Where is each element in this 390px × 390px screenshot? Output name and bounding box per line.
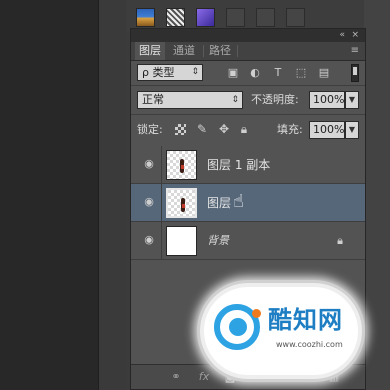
fill-label: 填充: <box>277 123 303 136</box>
collapse-panel-icon[interactable]: « <box>339 29 345 42</box>
fill-dropdown-icon[interactable]: ▼ <box>345 121 359 139</box>
opacity-value: 100% <box>313 93 345 106</box>
lock-icon: 🔒︎ <box>337 234 343 247</box>
panel-titlebar: « × <box>131 29 365 42</box>
swatch-purple[interactable] <box>196 8 215 27</box>
swatch-empty[interactable] <box>226 8 245 27</box>
layer-thumbnail <box>166 188 197 218</box>
figure-thumbnail-content <box>181 198 185 212</box>
opacity-dropdown-icon[interactable]: ▼ <box>345 91 359 109</box>
swatch-landscape[interactable] <box>136 8 155 27</box>
divider <box>161 222 162 259</box>
figure-thumbnail-content <box>180 159 184 173</box>
tab-separator <box>237 45 238 57</box>
fx-icon[interactable]: fx <box>197 370 211 384</box>
filter-toggle-switch[interactable] <box>351 64 359 82</box>
filter-kind-select[interactable]: ρ 类型 ⇕ <box>137 64 203 81</box>
divider <box>161 184 162 221</box>
blend-mode-select[interactable]: 正常 ⇕ <box>137 91 243 109</box>
lock-all-icon[interactable]: 🔒︎ <box>237 122 251 136</box>
workspace-canvas-area <box>0 0 98 390</box>
fill-field[interactable]: 100% <box>309 121 345 139</box>
layer-name[interactable]: 背景 <box>207 222 229 260</box>
tab-channels[interactable]: 通道 <box>169 42 199 60</box>
panel-tabs: 图层 通道 路径 <box>131 42 365 61</box>
link-layers-icon[interactable]: ⚭ <box>169 370 183 384</box>
eye-icon[interactable]: ◉ <box>142 195 156 209</box>
tab-paths[interactable]: 路径 <box>205 42 235 60</box>
lock-image-pixels-icon[interactable]: ✎ <box>195 122 209 136</box>
swatch-pattern[interactable] <box>166 8 185 27</box>
hand-cursor-icon: ☝ <box>233 191 244 212</box>
layer-row[interactable]: ◉ 图层 1 副本 <box>131 146 365 184</box>
lock-row: 锁定: ✎ ✥ 🔒︎ 填充: 100% ▼ <box>131 117 365 143</box>
smart-object-filter-icon[interactable]: ▤ <box>318 67 330 79</box>
panel-menu-icon[interactable]: ≡ <box>351 42 359 60</box>
tool-dock-strip <box>98 0 128 390</box>
filter-kind-label: ρ 类型 <box>142 66 175 79</box>
divider <box>131 114 365 115</box>
blend-mode-value: 正常 <box>142 93 164 106</box>
layer-thumbnail <box>166 226 197 256</box>
chevron-updown-icon: ⇕ <box>231 95 239 105</box>
divider <box>161 146 162 183</box>
type-filter-icon[interactable]: T <box>272 67 284 79</box>
filter-row: ρ 类型 ⇕ ▣ ◐ T ⬚ ▤ <box>131 61 365 85</box>
lock-transparent-pixels-icon[interactable] <box>175 124 186 135</box>
swatch-empty[interactable] <box>256 8 275 27</box>
chevron-updown-icon: ⇕ <box>191 67 199 77</box>
eye-icon[interactable]: ◉ <box>142 157 156 171</box>
adjustment-filter-icon[interactable]: ◐ <box>249 67 261 79</box>
shape-filter-icon[interactable]: ⬚ <box>295 67 307 79</box>
layer-row[interactable]: ◉ 背景 🔒︎ <box>131 222 365 260</box>
watermark-logo-dot <box>252 309 261 318</box>
tab-separator <box>203 45 204 57</box>
eye-icon[interactable]: ◉ <box>142 233 156 247</box>
divider <box>131 85 365 86</box>
swatch-empty[interactable] <box>286 8 305 27</box>
watermark-brand: 酷知网 <box>268 306 343 334</box>
opacity-label: 不透明度: <box>251 93 299 106</box>
panel-dock-edge <box>363 0 390 390</box>
layer-row[interactable]: ◉ 图层 ☝ <box>131 184 365 222</box>
tab-layers[interactable]: 图层 <box>135 42 165 60</box>
image-filter-icon[interactable]: ▣ <box>227 67 239 79</box>
lock-label: 锁定: <box>137 123 163 136</box>
close-panel-icon[interactable]: × <box>351 29 359 42</box>
fill-value: 100% <box>313 123 345 136</box>
blend-row: 正常 ⇕ 不透明度: 100% ▼ <box>131 87 365 113</box>
layer-name[interactable]: 图层 <box>207 184 231 222</box>
watermark-logo-core <box>229 318 247 336</box>
layer-name[interactable]: 图层 1 副本 <box>207 146 270 184</box>
watermark-url: www.coozhi.com <box>276 340 343 349</box>
layer-thumbnail <box>166 150 197 180</box>
lock-position-icon[interactable]: ✥ <box>217 122 231 136</box>
opacity-field[interactable]: 100% <box>309 91 345 109</box>
